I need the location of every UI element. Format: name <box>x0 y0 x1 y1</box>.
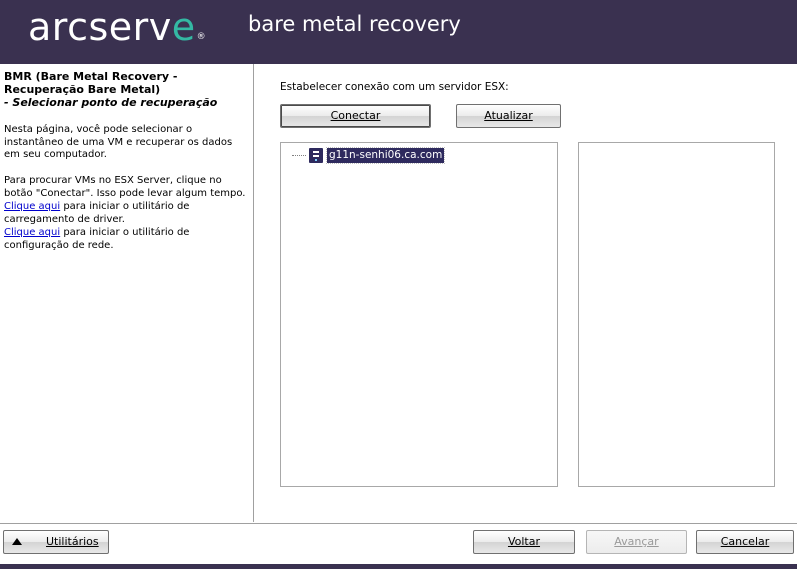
cancel-button[interactable]: Cancelar <box>696 530 794 554</box>
tree-connector <box>292 154 306 156</box>
arrow-up-icon <box>12 538 22 545</box>
driver-utility-hint: Clique aqui para iniciar o utilitário de… <box>4 201 249 226</box>
page-title: BMR (Bare Metal Recovery - Recuperação B… <box>4 70 178 96</box>
tree-node-esx-server[interactable]: g11n-senhi06.ca.com <box>292 146 446 164</box>
connect-button[interactable]: Conectar <box>280 104 431 128</box>
vm-tree-view[interactable]: g11n-senhi06.ca.com <box>280 142 558 487</box>
esx-connection-label: Estabelecer conexão com um servidor ESX: <box>280 81 509 93</box>
refresh-button[interactable]: Atualizar <box>456 104 561 128</box>
footer-divider <box>0 523 797 524</box>
footer-bar <box>0 564 797 569</box>
arcserve-logo: arcserve® <box>28 5 207 49</box>
search-hint: Para procurar VMs no ESX Server, clique … <box>4 175 246 199</box>
recovery-point-list[interactable] <box>578 142 775 487</box>
network-utility-link[interactable]: Clique aqui <box>4 227 60 238</box>
page-subtitle: - Selecionar ponto de recuperação <box>4 96 218 109</box>
server-icon <box>309 147 323 163</box>
next-button[interactable]: Avançar <box>586 530 687 554</box>
driver-utility-link[interactable]: Clique aqui <box>4 201 60 212</box>
server-label[interactable]: g11n-senhi06.ca.com <box>325 146 446 164</box>
utilities-button[interactable]: Utilitários <box>3 530 109 554</box>
page-description: Nesta página, você pode selecionar o ins… <box>4 124 233 160</box>
product-title: bare metal recovery <box>248 12 461 36</box>
network-utility-hint: Clique aqui para iniciar o utilitário de… <box>4 227 249 252</box>
main-pane: Estabelecer conexão com um servidor ESX:… <box>254 64 797 522</box>
back-button[interactable]: Voltar <box>473 530 575 554</box>
header-banner: arcserve® bare metal recovery <box>0 0 797 64</box>
help-pane: BMR (Bare Metal Recovery - Recuperação B… <box>0 64 254 522</box>
